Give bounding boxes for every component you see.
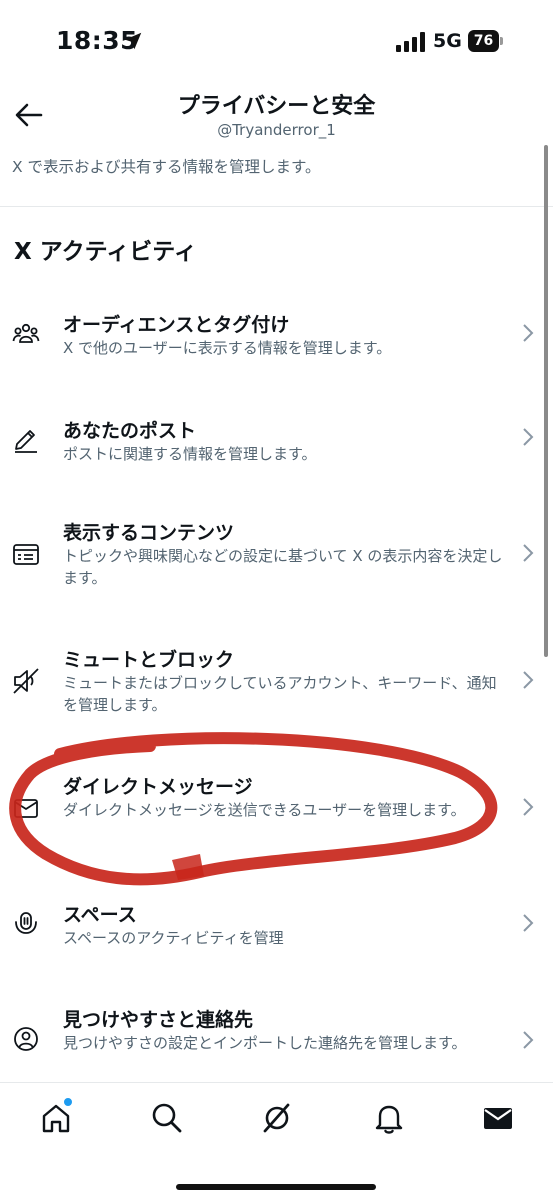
scrollbar[interactable] (544, 145, 548, 657)
item-title: 見つけやすさと連絡先 (63, 1009, 254, 1031)
page-subtitle: @Tryanderror_1 (217, 121, 336, 139)
location-arrow-icon (124, 32, 142, 50)
battery-level: 76 (468, 30, 499, 52)
item-description: ダイレクトメッセージを送信できるユーザーを管理します。 (63, 801, 466, 819)
chevron-right-icon (523, 324, 534, 342)
search-icon[interactable] (150, 1101, 184, 1135)
audience-icon (12, 323, 40, 343)
envelope-icon (14, 799, 38, 818)
mute-icon (13, 668, 39, 694)
grok-icon[interactable] (260, 1101, 294, 1135)
mail-icon[interactable] (481, 1101, 515, 1135)
item-description: トピックや興味関心などの設定に基づいて X の表示内容を決定します。 (63, 547, 503, 587)
chevron-right-icon (523, 428, 534, 446)
spaces-icon (15, 912, 37, 934)
settings-item-content-you-see[interactable]: 表示するコンテンツ トピックや興味関心などの設定に基づいて X の表示内容を決定… (0, 518, 553, 590)
battery-tip (500, 37, 503, 45)
status-bar: 18:35 5G 76 (0, 0, 553, 84)
chevron-right-icon (523, 1031, 534, 1049)
settings-item-direct-messages[interactable]: ダイレクトメッセージ ダイレクトメッセージを送信できるユーザーを管理します。 (0, 772, 553, 844)
notification-dot (63, 1097, 73, 1107)
chevron-right-icon (523, 544, 534, 562)
item-title: オーディエンスとタグ付け (63, 314, 290, 336)
divider (0, 206, 553, 207)
item-title: ミュートとブロック (63, 649, 235, 671)
item-title: スペース (63, 904, 137, 926)
contacts-icon (14, 1027, 38, 1051)
bottom-nav (0, 1082, 553, 1201)
content-icon (13, 544, 39, 565)
chevron-right-icon (523, 671, 534, 689)
bell-icon[interactable] (372, 1101, 406, 1135)
battery-icon: 76 (468, 30, 503, 52)
chevron-right-icon (523, 798, 534, 816)
page-description: X で表示および共有する情報を管理します。 (12, 158, 321, 176)
item-description: ポストに関連する情報を管理します。 (63, 445, 317, 463)
item-title: あなたのポスト (63, 420, 197, 442)
item-description: ミュートまたはブロックしているアカウント、キーワード、通知を管理します。 (63, 674, 497, 714)
section-heading: X アクティビティ (14, 239, 197, 265)
settings-item-spaces[interactable]: スペース スペースのアクティビティを管理 (0, 900, 553, 960)
settings-item-discoverability[interactable]: 見つけやすさと連絡先 見つけやすさの設定とインポートした連絡先を管理します。 (0, 1005, 553, 1077)
item-description: 見つけやすさの設定とインポートした連絡先を管理します。 (63, 1034, 467, 1052)
item-description: X で他のユーザーに表示する情報を管理します。 (63, 339, 392, 357)
settings-item-mute-and-block[interactable]: ミュートとブロック ミュートまたはブロックしているアカウント、キーワード、通知を… (0, 645, 553, 717)
item-title: ダイレクトメッセージ (63, 776, 253, 798)
pencil-icon (15, 430, 37, 453)
network-label: 5G (433, 30, 462, 52)
signal-icon (396, 32, 425, 52)
page-title: プライバシーと安全 (177, 94, 376, 119)
home-indicator[interactable] (176, 1184, 376, 1190)
settings-item-your-posts[interactable]: あなたのポスト ポストに関連する情報を管理します。 (0, 416, 553, 476)
item-description: スペースのアクティビティを管理 (63, 929, 284, 947)
settings-item-audience[interactable]: オーディエンスとタグ付け X で他のユーザーに表示する情報を管理します。 (0, 310, 553, 380)
item-title: 表示するコンテンツ (63, 522, 235, 544)
chevron-right-icon (523, 914, 534, 932)
